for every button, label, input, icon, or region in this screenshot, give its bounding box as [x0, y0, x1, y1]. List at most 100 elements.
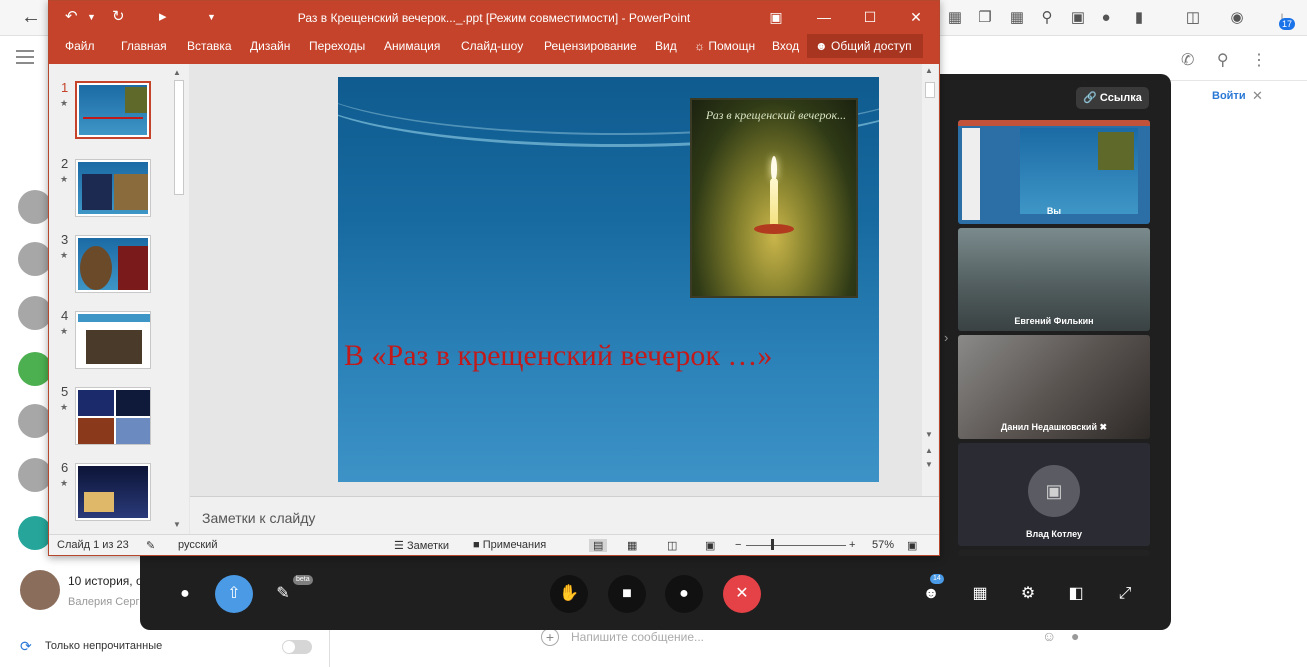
tab-view[interactable]: Вид — [655, 39, 677, 53]
slide-picture[interactable]: Раз в крещенский вечерок... — [690, 98, 858, 298]
participant-tile[interactable] — [958, 550, 1150, 556]
tab-review[interactable]: Рецензирование — [544, 39, 637, 53]
tab-design[interactable]: Дизайн — [250, 39, 290, 53]
phone-icon[interactable]: ✆ — [1181, 52, 1194, 69]
microphone-icon[interactable]: ● — [1071, 628, 1079, 644]
scroll-down-arrow[interactable]: ▼ — [925, 430, 933, 439]
zoom-icon[interactable]: ⚲ — [1037, 8, 1057, 28]
unread-only-label: Только непрочитанные — [45, 640, 163, 652]
slideshow-view-icon[interactable]: ▣ — [705, 539, 715, 552]
normal-view-icon[interactable]: ▤ — [589, 539, 608, 552]
sign-in-button[interactable]: Вход — [772, 39, 799, 53]
chat-bubble-icon[interactable]: ● — [170, 579, 200, 609]
menu-icon[interactable] — [16, 50, 34, 64]
close-icon[interactable]: ✕ — [1252, 88, 1263, 104]
tab-file[interactable]: Файл — [65, 39, 95, 53]
participants-icon[interactable]: ☻ — [916, 579, 946, 609]
fullscreen-icon[interactable]: ⤢ — [1110, 579, 1140, 609]
tab-transitions[interactable]: Переходы — [309, 39, 365, 53]
slide-scrollbar[interactable]: ▲ ▼ ▲ ▼ — [922, 64, 938, 496]
notes-toggle[interactable]: ☰ Заметки — [394, 539, 449, 552]
scroll-up-arrow[interactable]: ▲ — [173, 68, 181, 77]
gear-icon[interactable]: ⚙ — [1013, 579, 1043, 609]
join-button[interactable]: Войти — [1212, 90, 1246, 102]
zoom-out-button[interactable]: − — [735, 539, 741, 551]
slide-title-text[interactable]: В «Раз в крещенский вечерок …» — [344, 339, 772, 373]
scrollbar-thumb[interactable] — [925, 82, 935, 98]
extension-icon[interactable]: ◉ — [1227, 8, 1247, 28]
notes-pane[interactable]: Заметки к слайду — [190, 496, 939, 534]
zoom-in-button[interactable]: + — [849, 539, 855, 551]
slide-sorter-icon[interactable]: ▦ — [627, 539, 637, 552]
unread-only-toggle[interactable] — [282, 640, 312, 654]
hang-up-button[interactable]: ✕ — [723, 575, 761, 613]
avatar[interactable] — [18, 516, 52, 550]
unread-only-filter[interactable]: ⟳ Только непрочитанные — [20, 636, 320, 656]
tab-home[interactable]: Главная — [121, 39, 167, 53]
search-icon[interactable]: ⚲ — [1217, 52, 1229, 69]
scroll-down-arrow[interactable]: ▼ — [173, 520, 181, 529]
notifications-badge: 17 — [1279, 18, 1296, 30]
minimize-button[interactable]: — — [809, 6, 839, 28]
avatar[interactable] — [18, 190, 52, 224]
microphone-icon[interactable]: ● — [1096, 8, 1116, 28]
zoom-level[interactable]: 57% — [872, 539, 894, 551]
camera-button[interactable]: ■ — [608, 575, 646, 613]
copy-icon[interactable]: ❐ — [975, 8, 995, 28]
collections-icon[interactable]: ◫ — [1183, 8, 1203, 28]
next-slide-icon[interactable]: ▼ — [925, 460, 933, 469]
tab-insert[interactable]: Вставка — [187, 39, 232, 53]
back-arrow-icon[interactable]: ← — [18, 6, 44, 30]
scrollbar-thumb[interactable] — [174, 80, 184, 195]
tab-animations[interactable]: Анимация — [384, 39, 440, 53]
participant-tile[interactable]: Евгений Филькин — [958, 228, 1150, 331]
more-icon[interactable]: ⋮ — [1251, 52, 1267, 69]
avatar[interactable] — [18, 242, 52, 276]
fit-slide-icon[interactable]: ▣ — [907, 539, 917, 552]
participant-tile-you[interactable]: Вы — [958, 120, 1150, 224]
current-slide[interactable]: Раз в крещенский вечерок... В «Раз в кре… — [338, 77, 879, 482]
avatar[interactable] — [18, 458, 52, 492]
emoji-icon[interactable]: ☺ — [1042, 628, 1056, 644]
layout-icon[interactable]: ◧ — [1061, 579, 1091, 609]
message-input[interactable]: Напишите сообщение... — [571, 630, 704, 644]
screen-share-button[interactable]: ⇧ — [215, 575, 253, 613]
apps-icon[interactable]: ▦ — [945, 8, 965, 28]
zoom-slider-handle[interactable] — [771, 539, 774, 550]
participant-tile[interactable]: Данил Недашковский ✖ — [958, 335, 1150, 439]
close-button[interactable]: ✕ — [901, 6, 931, 28]
avatar[interactable] — [18, 352, 52, 386]
grid-icon[interactable]: ▦ — [1007, 8, 1027, 28]
avatar[interactable] — [18, 296, 52, 330]
slide-thumbnail-5[interactable] — [75, 387, 151, 445]
language[interactable]: русский — [178, 539, 217, 551]
bookmark-icon[interactable]: ▮ — [1129, 8, 1149, 28]
tab-slideshow[interactable]: Слайд-шоу — [461, 39, 523, 53]
tell-me-button[interactable]: ☼ Помощн — [694, 39, 755, 53]
refresh-icon: ⟳ — [20, 638, 32, 654]
chevron-right-icon[interactable]: › — [944, 330, 948, 345]
participant-tile[interactable]: ▣ Влад Котлеу — [958, 443, 1150, 546]
thumbnails-scrollbar[interactable]: ▲ ▼ — [171, 66, 187, 532]
zoom-slider[interactable] — [746, 545, 846, 546]
previous-slide-icon[interactable]: ▲ — [925, 446, 933, 455]
slide-thumbnail-3[interactable] — [75, 235, 151, 293]
add-icon[interactable]: + — [541, 628, 559, 646]
microphone-button[interactable]: ● — [665, 575, 703, 613]
comments-toggle[interactable]: ■ Примечания — [473, 539, 546, 551]
spellcheck-icon[interactable]: ✎ — [146, 539, 155, 552]
slide-thumbnail-4[interactable] — [75, 311, 151, 369]
maximize-button[interactable]: ☐ — [855, 6, 885, 28]
scroll-up-arrow[interactable]: ▲ — [925, 66, 933, 75]
ribbon-display-icon[interactable]: ▣ — [761, 6, 791, 28]
share-button[interactable]: ☻ Общий доступ — [807, 34, 923, 58]
slide-thumbnail-6[interactable] — [75, 463, 151, 521]
slide-thumbnail-2[interactable] — [75, 159, 151, 217]
reading-view-icon[interactable]: ◫ — [667, 539, 677, 552]
video-icon[interactable]: ▣ — [1068, 8, 1088, 28]
avatar[interactable] — [18, 404, 52, 438]
slide-thumbnail-1[interactable] — [75, 81, 151, 139]
grid-layout-icon[interactable]: ▦ — [965, 579, 995, 609]
raise-hand-button[interactable]: ✋ — [550, 575, 588, 613]
copy-link-button[interactable]: 🔗 Ссылка — [1076, 87, 1149, 109]
